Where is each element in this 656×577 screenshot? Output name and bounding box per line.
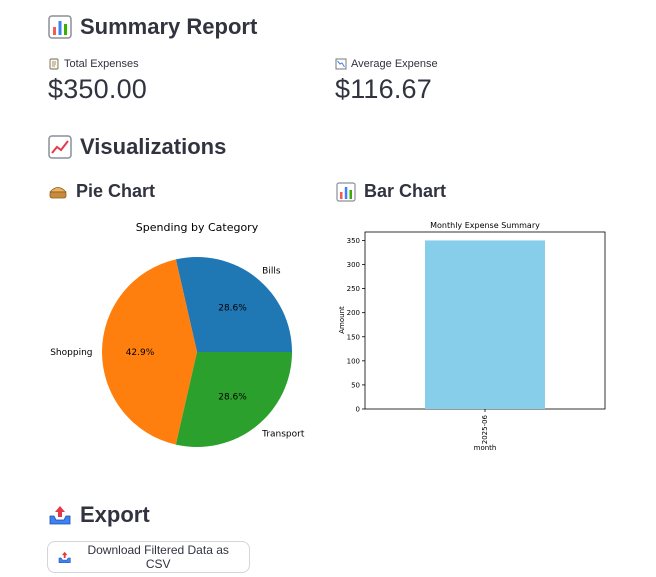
pie-chart-heading: Pie Chart (48, 181, 155, 202)
metric-value: $116.67 (335, 74, 432, 104)
outbox-tray-icon (49, 506, 71, 525)
pie-category-label: Transport (261, 430, 305, 440)
bar-chart-title: Bar Chart (364, 181, 447, 201)
pie-icon (49, 186, 67, 198)
bar-ytick-label: 200 (347, 309, 360, 317)
pie-percent-label: 28.6% (218, 393, 247, 403)
pie-chart-title: Pie Chart (76, 181, 156, 201)
metric-label: Average Expense (351, 58, 438, 70)
metric-label: Total Expenses (64, 58, 139, 70)
bar-chart-icon (336, 181, 356, 202)
summary-report-heading: Summary Report (48, 14, 257, 40)
visualizations-heading: Visualizations (48, 134, 226, 160)
bar-chart: Monthly Expense Summary 0 50 100 150 200 250 3… (338, 221, 606, 452)
download-csv-button[interactable]: Download Filtered Data as CSV (47, 541, 250, 573)
bar-2025-06 (425, 240, 545, 409)
bar-chart-ylabel: Amount (338, 306, 346, 334)
outbox-tray-icon (58, 551, 71, 563)
summary-report-title: Summary Report (80, 14, 258, 39)
bar-ytick-label: 50 (351, 381, 360, 389)
bar-ytick-label: 250 (347, 285, 360, 293)
export-title: Export (80, 502, 150, 527)
pie-category-label: Bills (262, 266, 281, 276)
chart-decreasing-icon (335, 58, 347, 70)
bar-ytick-label: 350 (347, 237, 360, 245)
bar-chart-xlabel: month (474, 444, 497, 452)
bar-chart-heading: Bar Chart (336, 181, 446, 202)
metric-total-expenses: Total Expenses $350.00 (48, 58, 147, 105)
scroll-icon (49, 58, 59, 70)
bar-ytick-label: 100 (347, 357, 360, 365)
pie-percent-label: 42.9% (126, 348, 155, 358)
bar-chart-caption: Monthly Expense Summary (430, 221, 540, 230)
bar-ytick-label: 150 (347, 333, 360, 341)
export-heading: Export (48, 502, 150, 528)
download-csv-label: Download Filtered Data as CSV (87, 543, 229, 571)
visualizations-title: Visualizations (80, 134, 227, 159)
chart-increasing-icon (48, 135, 72, 159)
pie-category-label: Shopping (50, 348, 92, 358)
bar-ytick-label: 300 (347, 261, 360, 269)
bar-ytick-label: 0 (356, 406, 360, 414)
metric-average-expense: Average Expense $116.67 (335, 58, 438, 105)
pie-chart-caption: Spending by Category (136, 221, 259, 234)
metric-label-row: Total Expenses (48, 58, 147, 70)
metric-value: $350.00 (48, 74, 147, 104)
bar-chart-icon (48, 15, 72, 39)
metric-label-row: Average Expense (335, 58, 438, 70)
pie-percent-label: 28.6% (218, 303, 247, 313)
bar-xtick-label: 2025-06 (481, 414, 489, 444)
pie-chart: Spending by Category 28.6% Bills 42.9% Shop… (50, 221, 305, 447)
